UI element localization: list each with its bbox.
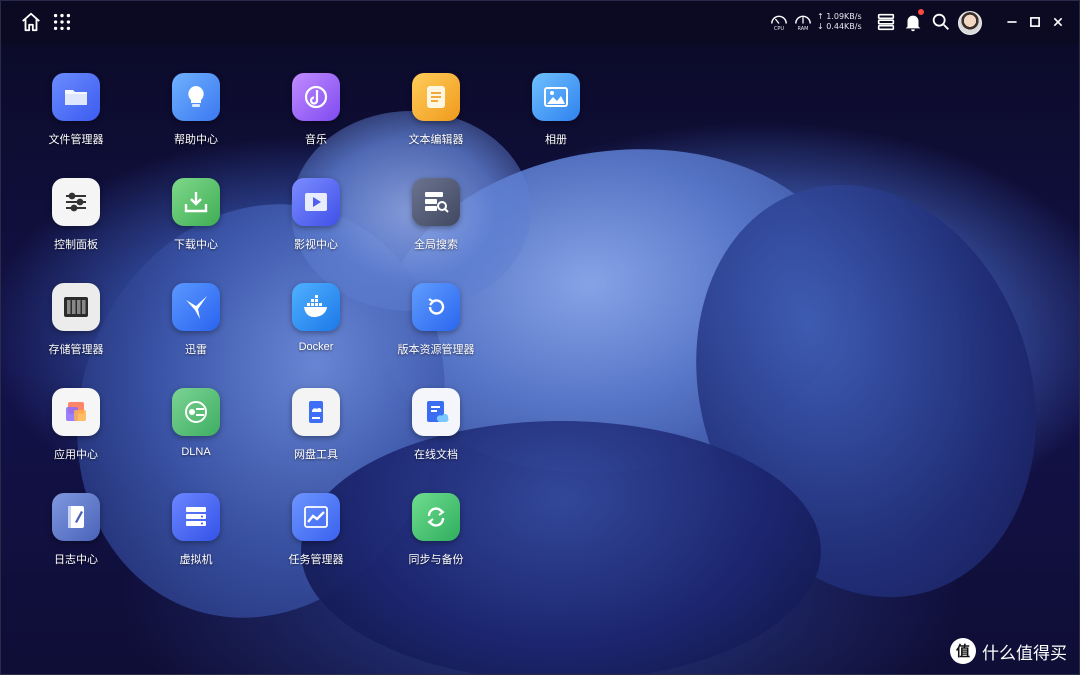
app-label: 存储管理器 [48,344,104,356]
app-label: DLNA [181,446,211,458]
watermark: 值 什么值得买 [950,638,1067,664]
app-label: 帮助中心 [174,134,218,146]
grid-icon[interactable] [51,11,73,33]
log-icon [52,493,100,541]
version-restore-icon [412,283,460,331]
minimize-icon[interactable] [1001,11,1023,33]
app-task-manager[interactable]: 任务管理器 [266,493,366,583]
watermark-text: 什么值得买 [982,643,1067,663]
bell-icon[interactable] [902,9,924,33]
upload-speed: ↑ 1.09KB/s [817,12,862,21]
app-label: 影视中心 [294,239,338,251]
thunder-bird-icon [172,283,220,331]
gauge-icon [771,15,787,24]
cloud-drive-icon [292,388,340,436]
app-label: 控制面板 [54,239,98,251]
app-text-editor[interactable]: 文本编辑器 [386,73,486,163]
download-speed: ↓ 0.44KB/s [817,22,862,31]
home-icon[interactable] [20,11,42,33]
app-label: 文件管理器 [48,134,104,146]
online-doc-icon [412,388,460,436]
app-online-docs[interactable]: 在线文档 [386,388,486,478]
app-label: 音乐 [305,134,327,146]
dlna-icon [172,388,220,436]
app-label: Docker [298,341,334,353]
photo-icon [532,73,580,121]
app-version-explorer[interactable]: 版本资源管理器 [386,283,486,373]
app-cloud-drive-tools[interactable]: 网盘工具 [266,388,366,478]
folder-icon [52,73,100,121]
app-music[interactable]: 音乐 [266,73,366,163]
avatar[interactable] [958,11,982,35]
gauge-icon [795,15,811,24]
app-label: 任务管理器 [288,554,344,566]
app-file-manager[interactable]: 文件管理器 [26,73,126,163]
app-center-icon [52,388,100,436]
app-photos[interactable]: 相册 [506,73,606,163]
app-label: 相册 [545,134,567,146]
docker-icon [292,283,340,331]
storage-icon [52,283,100,331]
app-label: 网盘工具 [294,449,338,461]
download-icon [172,178,220,226]
desktop-window: CPU RAM ↑ 1.09KB/s ↓ 0.44KB/s 文件管理器 帮助中心… [0,0,1080,675]
app-label: 全局搜索 [414,239,458,251]
app-thunder[interactable]: 迅雷 [146,283,246,373]
server-icon [172,493,220,541]
lightbulb-icon [172,73,220,121]
search-panel-icon [412,178,460,226]
notification-badge [918,9,924,15]
app-video-center[interactable]: 影视中心 [266,178,366,268]
app-label: 文本编辑器 [408,134,464,146]
search-icon[interactable] [930,11,952,33]
notepad-icon [412,73,460,121]
app-label: 同步与备份 [408,554,464,566]
app-docker[interactable]: Docker [266,283,366,373]
cpu-label: CPU [773,26,785,32]
list-icon[interactable] [875,11,897,33]
app-virtual-machine[interactable]: 虚拟机 [146,493,246,583]
cpu-gauge[interactable]: CPU [769,12,789,34]
watermark-logo: 值 [950,638,976,664]
maximize-icon[interactable] [1024,11,1046,33]
app-label: 版本资源管理器 [397,344,475,356]
app-control-panel[interactable]: 控制面板 [26,178,126,268]
app-help-center[interactable]: 帮助中心 [146,73,246,163]
ram-gauge[interactable]: RAM [793,12,813,34]
video-icon [292,178,340,226]
close-icon[interactable] [1047,11,1069,33]
task-chart-icon [292,493,340,541]
app-label: 日志中心 [54,554,98,566]
app-label: 在线文档 [414,449,458,461]
app-global-search[interactable]: 全局搜索 [386,178,486,268]
network-speed: ↑ 1.09KB/s ↓ 0.44KB/s [817,12,867,32]
wallpaper-shape [301,421,821,674]
app-label: 迅雷 [185,344,207,356]
app-log-center[interactable]: 日志中心 [26,493,126,583]
sync-icon [412,493,460,541]
app-dlna[interactable]: DLNA [146,388,246,478]
music-icon [292,73,340,121]
title-bar: CPU RAM ↑ 1.09KB/s ↓ 0.44KB/s [1,1,1079,45]
app-storage-manager[interactable]: 存储管理器 [26,283,126,373]
app-label: 下载中心 [174,239,218,251]
app-label: 虚拟机 [179,554,213,566]
app-label: 应用中心 [54,449,98,461]
sliders-icon [52,178,100,226]
app-download-center[interactable]: 下载中心 [146,178,246,268]
ram-label: RAM [797,26,809,32]
app-sync-backup[interactable]: 同步与备份 [386,493,486,583]
app-app-center[interactable]: 应用中心 [26,388,126,478]
